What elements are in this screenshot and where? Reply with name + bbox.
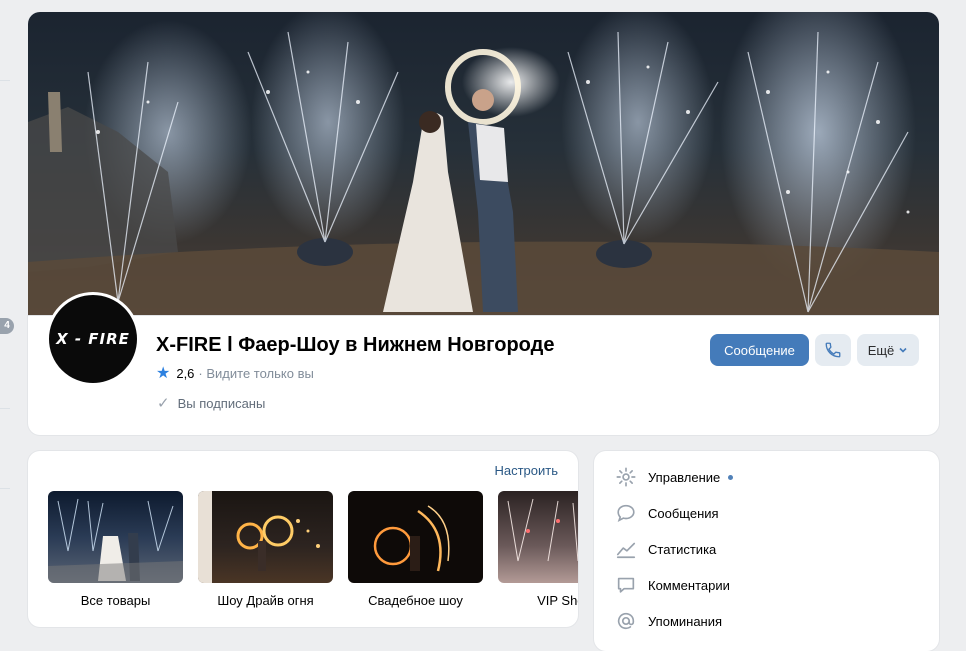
menu-item-label: Управление (648, 469, 721, 485)
sidebar-divider (0, 408, 10, 409)
menu-item-label: Статистика (648, 541, 717, 557)
message-bubble-icon (614, 501, 638, 525)
rating-value: 2,6 (176, 366, 195, 381)
goods-item-label: VIP Show (537, 593, 578, 608)
cover-image[interactable] (28, 12, 939, 316)
goods-thumbnail (198, 491, 333, 583)
goods-thumbnail (498, 491, 578, 583)
avatar-logo-text: X - FIRE (56, 330, 130, 348)
more-actions-label: Ещё (867, 342, 895, 358)
menu-item-label: Комментарии (648, 577, 730, 593)
goods-item[interactable]: Все товары (48, 491, 183, 608)
goods-block: Настроить Все товары Шоу Драйв огня Свад… (28, 451, 578, 627)
cover-wedding-sparklers-photo (28, 31, 939, 316)
goods-item-label: Все товары (80, 593, 151, 608)
checkmark-icon: ✓ (157, 395, 170, 412)
send-message-button[interactable]: Сообщение (710, 334, 809, 366)
group-title: X-FIRE l Фаер-Шоу в Нижнем Новгороде (156, 334, 555, 356)
goods-thumbnail (348, 491, 483, 583)
menu-item-label: Упоминания (648, 613, 723, 629)
gear-icon (614, 465, 638, 489)
subscription-status-label: Вы подписаны (177, 395, 266, 411)
goods-item[interactable]: Шоу Драйв огня (198, 491, 333, 608)
group-avatar[interactable]: X - FIRE (46, 292, 140, 386)
menu-item-label: Сообщения (648, 505, 719, 521)
goods-item[interactable]: Свадебное шоу (348, 491, 483, 608)
comment-icon (614, 573, 638, 597)
menu-item-mentions[interactable]: Упоминания (614, 609, 722, 633)
admin-menu: Управление Сообщения Статистика Коммента… (594, 451, 939, 651)
at-sign-icon (614, 609, 638, 633)
stats-chart-icon (614, 537, 638, 561)
menu-item-messages[interactable]: Сообщения (614, 501, 719, 525)
goods-thumbnail (48, 491, 183, 583)
notification-count-badge[interactable]: 4 (0, 318, 14, 334)
menu-item-statistics[interactable]: Статистика (614, 537, 716, 561)
sidebar-divider (0, 80, 10, 81)
menu-item-management[interactable]: Управление (614, 465, 734, 489)
goods-item-label: Шоу Драйв огня (217, 593, 314, 608)
menu-item-comments[interactable]: Комментарии (614, 573, 730, 597)
goods-item[interactable]: VIP Show (498, 491, 578, 608)
goods-item-label: Свадебное шоу (368, 593, 463, 608)
star-icon: ★ (156, 364, 171, 382)
phone-icon (825, 342, 841, 358)
rating-visibility-note: · Видите только вы (198, 366, 314, 381)
goods-carousel: Все товары Шоу Драйв огня Свадебное шоу … (48, 491, 578, 627)
group-rating-row[interactable]: ★ 2,6 · Видите только вы (156, 364, 314, 382)
sidebar-divider (0, 488, 10, 489)
goods-settings-link[interactable]: Настроить (494, 463, 558, 478)
more-actions-button[interactable]: Ещё (857, 334, 919, 366)
chevron-down-icon (899, 347, 907, 353)
subscription-status[interactable]: ✓ Вы подписаны (157, 394, 265, 412)
call-button[interactable] (815, 334, 851, 366)
left-sidebar-edge: 4 (0, 0, 14, 640)
unread-dot-indicator (728, 474, 734, 480)
